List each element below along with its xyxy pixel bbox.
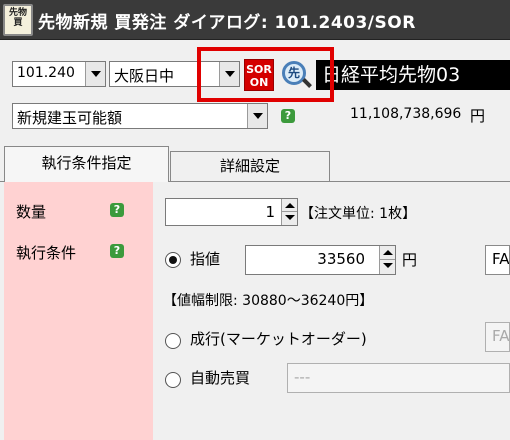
- auto-trade-label: 自動売買: [190, 369, 251, 387]
- app-icon-text-bottom: 買: [13, 18, 23, 28]
- position-type-select[interactable]: 新規建玉可能額: [12, 103, 268, 129]
- market-order-label: 成行(マーケットオーダー): [190, 330, 367, 348]
- help-icon[interactable]: ?: [110, 244, 124, 258]
- market-value: 大阪日中: [114, 67, 175, 85]
- market-condition-select[interactable]: FA: [485, 322, 510, 352]
- symbol-code-select[interactable]: 101.240: [12, 61, 106, 87]
- app-icon: 先物 買: [3, 4, 33, 36]
- quantity-label: 数量: [16, 203, 47, 221]
- highlight-annotation: [197, 47, 334, 102]
- tab-detail-settings[interactable]: 詳細設定: [170, 151, 330, 181]
- price-range-note: 【値幅制限: 30880～36240円】: [163, 293, 374, 309]
- title-bar: 先物 買 先物新規 買発注 ダイアログ: 101.2403/SOR: [0, 0, 510, 40]
- arrow-up-icon[interactable]: [285, 203, 295, 208]
- order-unit-note: 【注文単位: 1枚】: [300, 206, 417, 222]
- limit-price-value: 33560: [317, 250, 365, 268]
- quantity-value: 1: [265, 203, 275, 221]
- symbol-name-display: 日経平均先物03: [316, 60, 510, 90]
- quantity-spinner[interactable]: [281, 199, 297, 225]
- help-icon[interactable]: ?: [281, 109, 295, 123]
- position-type-value: 新規建玉可能額: [17, 109, 123, 127]
- auto-trade-radio[interactable]: [165, 372, 181, 388]
- arrow-down-icon[interactable]: [285, 215, 295, 220]
- amount-unit: 円: [470, 107, 486, 125]
- quantity-stepper[interactable]: 1: [165, 198, 298, 226]
- symbol-code-value: 101.240: [17, 65, 75, 81]
- chevron-down-icon[interactable]: [85, 62, 105, 86]
- condition-label: 執行条件: [16, 244, 77, 262]
- help-icon[interactable]: ?: [110, 203, 124, 217]
- limit-order-label: 指値: [190, 250, 221, 268]
- available-amount: 11,108,738,696: [350, 106, 462, 122]
- chevron-down-icon[interactable]: [247, 104, 267, 128]
- auto-trade-select[interactable]: ---: [287, 363, 510, 393]
- limit-order-radio[interactable]: [165, 252, 181, 268]
- arrow-down-icon[interactable]: [383, 263, 393, 268]
- limit-condition-select[interactable]: FA: [485, 245, 510, 275]
- arrow-up-icon[interactable]: [383, 250, 393, 255]
- tab-execution-conditions[interactable]: 執行条件指定: [4, 146, 169, 182]
- market-order-radio[interactable]: [165, 333, 181, 349]
- price-unit: 円: [402, 251, 418, 269]
- price-spinner[interactable]: [379, 246, 395, 274]
- limit-price-input[interactable]: 33560: [245, 245, 396, 275]
- app-icon-text-top: 先物: [8, 8, 27, 18]
- window-title: 先物新規 買発注 ダイアログ: 101.2403/SOR: [38, 13, 416, 33]
